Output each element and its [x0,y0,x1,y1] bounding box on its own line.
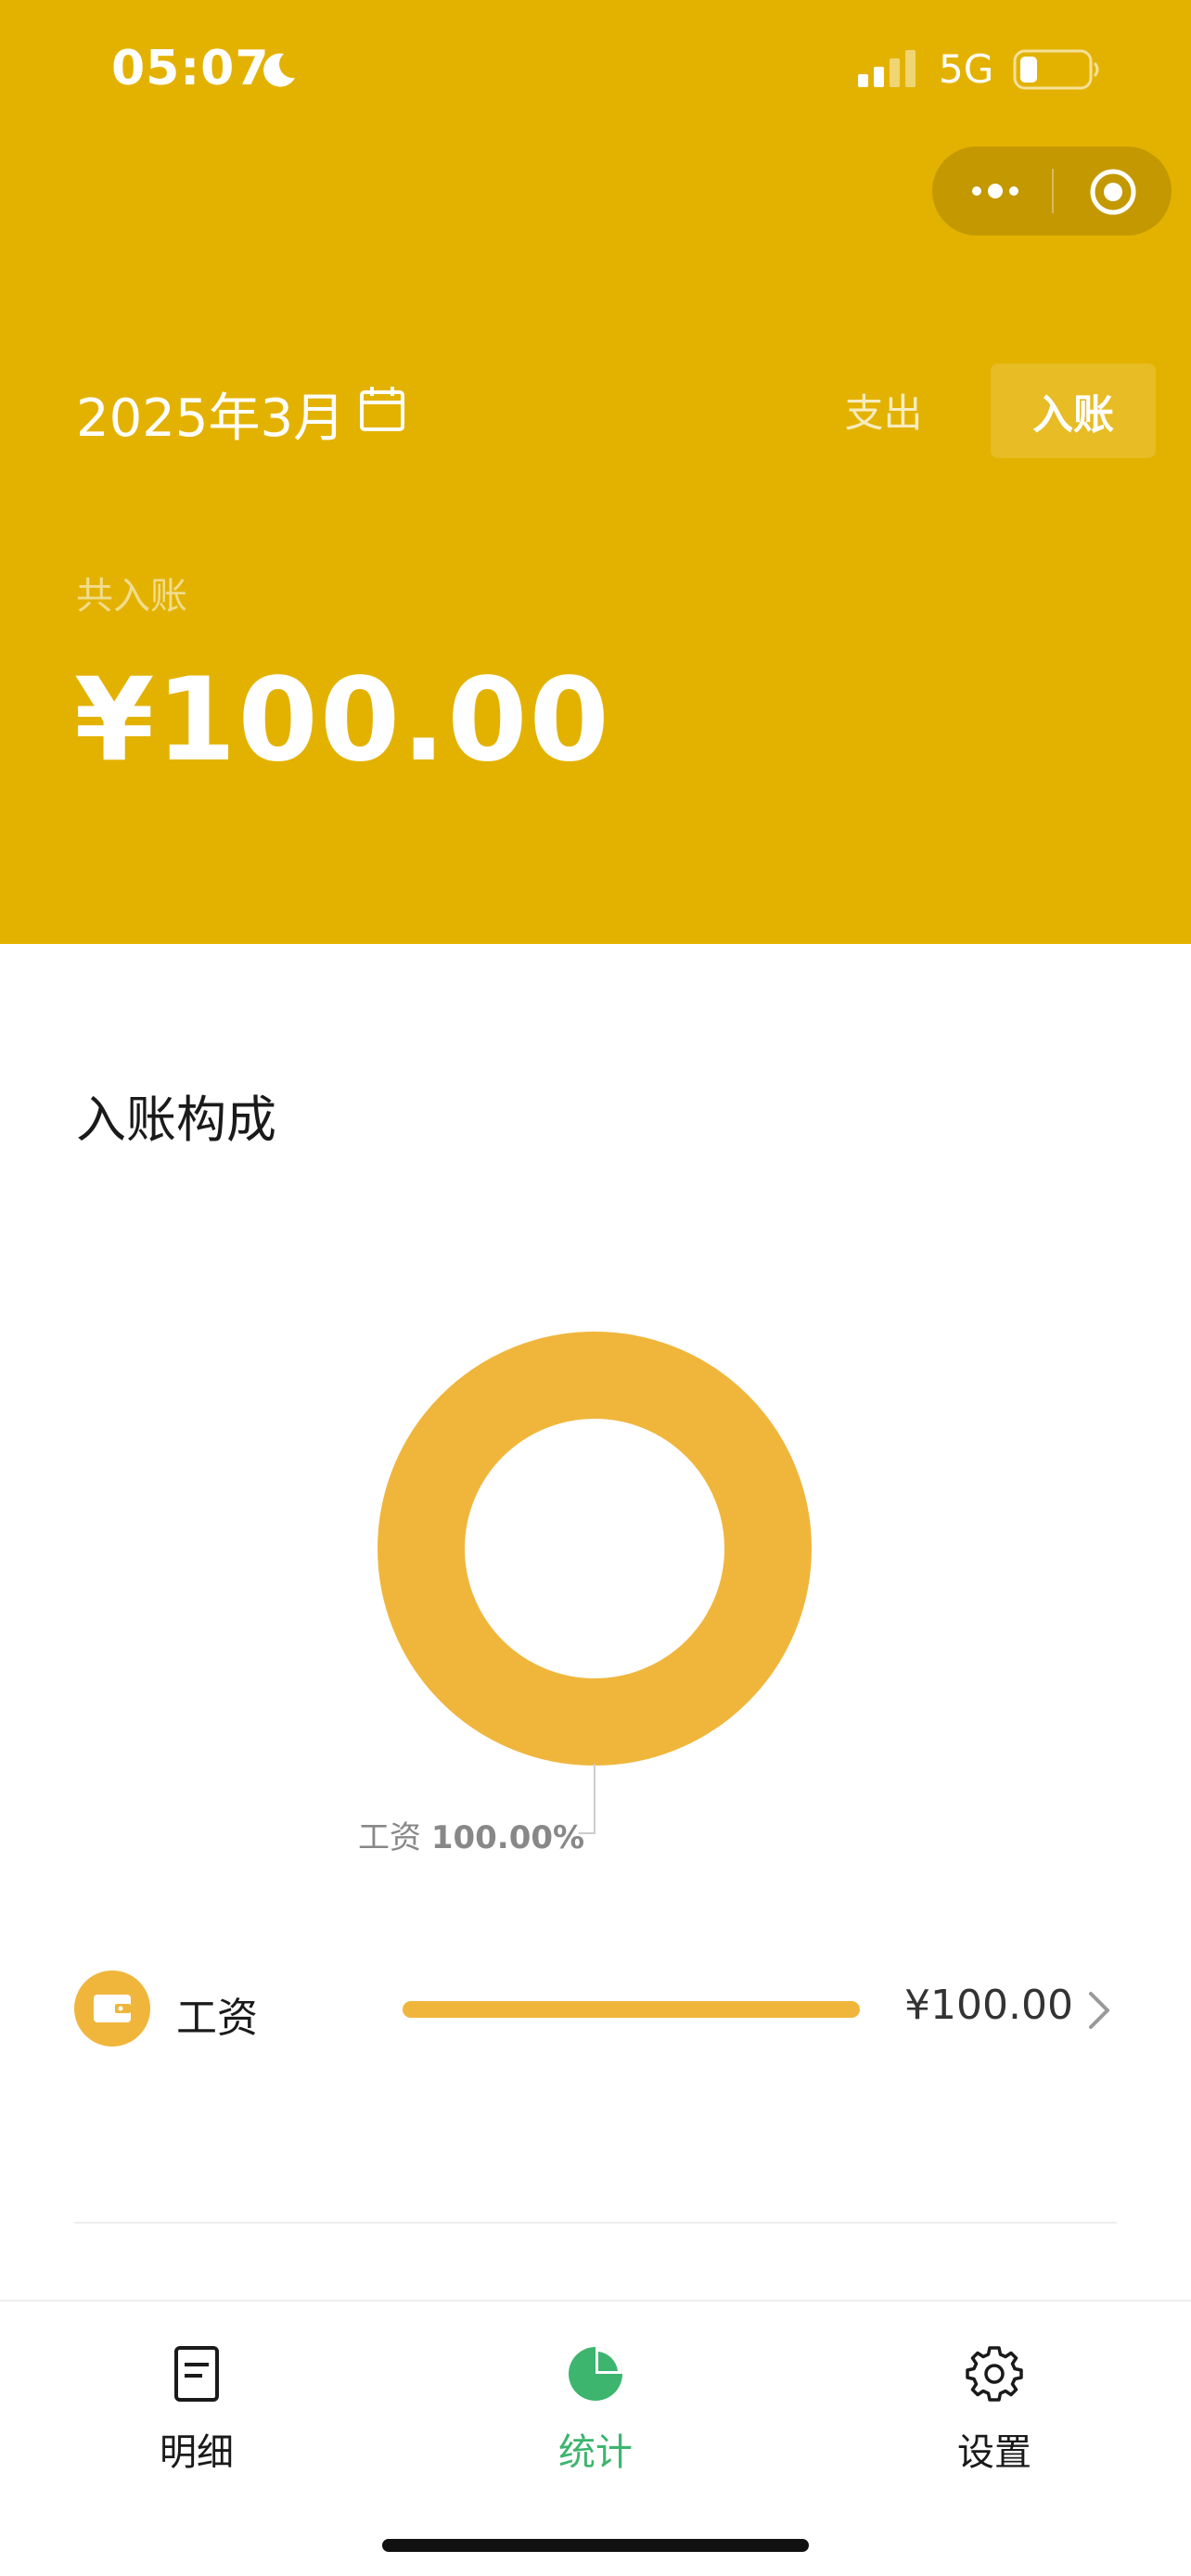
calendar-icon[interactable] [358,384,406,434]
donut-chart [378,1332,812,1834]
tab-statistics[interactable]: 统计 [503,2344,688,2474]
pie-chart-icon [569,2347,622,2401]
tab-income[interactable]: 入账 [991,363,1156,458]
capsule-divider [1052,169,1054,213]
category-share-bar [403,2001,860,2018]
category-icon [74,1970,150,2047]
tab-label-details: 明细 [160,2431,234,2474]
header: 05:07 5G 2025年3月 支出 入账 共入账 ¥100.00 [0,0,1191,944]
chart-slice-label-percent: 100.00% [430,1819,585,1856]
wallet-icon [94,1995,131,2022]
network-type: 5G [939,46,994,92]
signal-icon [858,50,916,87]
document-icon [174,2346,219,2402]
home-indicator [382,2539,809,2552]
tab-details[interactable]: 明细 [104,2344,289,2474]
battery-icon [1013,49,1099,90]
donut-slice-1 [378,1332,812,1766]
chart-slice-label-name: 工资 [358,1819,421,1856]
donut-slices [378,1332,812,1766]
total-amount: ¥100.00 [74,654,611,787]
tab-expense[interactable]: 支出 [816,363,951,456]
category-amount: ¥100.00 [904,1982,1073,2029]
section-divider [74,2222,1117,2224]
close-miniprogram-icon[interactable] [1088,167,1138,217]
tab-label-settings: 设置 [957,2431,1031,2474]
miniprogram-capsule [932,147,1172,236]
bottom-tab-bar: 明细 统计 设置 [0,2300,1191,2576]
tab-settings[interactable]: 设置 [902,2344,1087,2474]
category-name: 工资 [176,1995,258,2042]
month-selector[interactable]: 2025年3月 [76,376,345,452]
more-icon[interactable] [966,169,1025,213]
gear-icon [966,2346,1023,2402]
chart-slice-label: 工资 100.00% [358,1812,584,1857]
category-row[interactable]: 工资 ¥100.00 [0,1966,1191,2049]
tab-label-statistics: 统计 [558,2431,633,2474]
moon-icon [263,53,295,87]
total-label: 共入账 [76,575,187,618]
section-title: 入账构成 [76,1090,276,1149]
chevron-right-icon[interactable] [1087,1990,1111,2031]
status-time: 05:07 [111,41,270,96]
